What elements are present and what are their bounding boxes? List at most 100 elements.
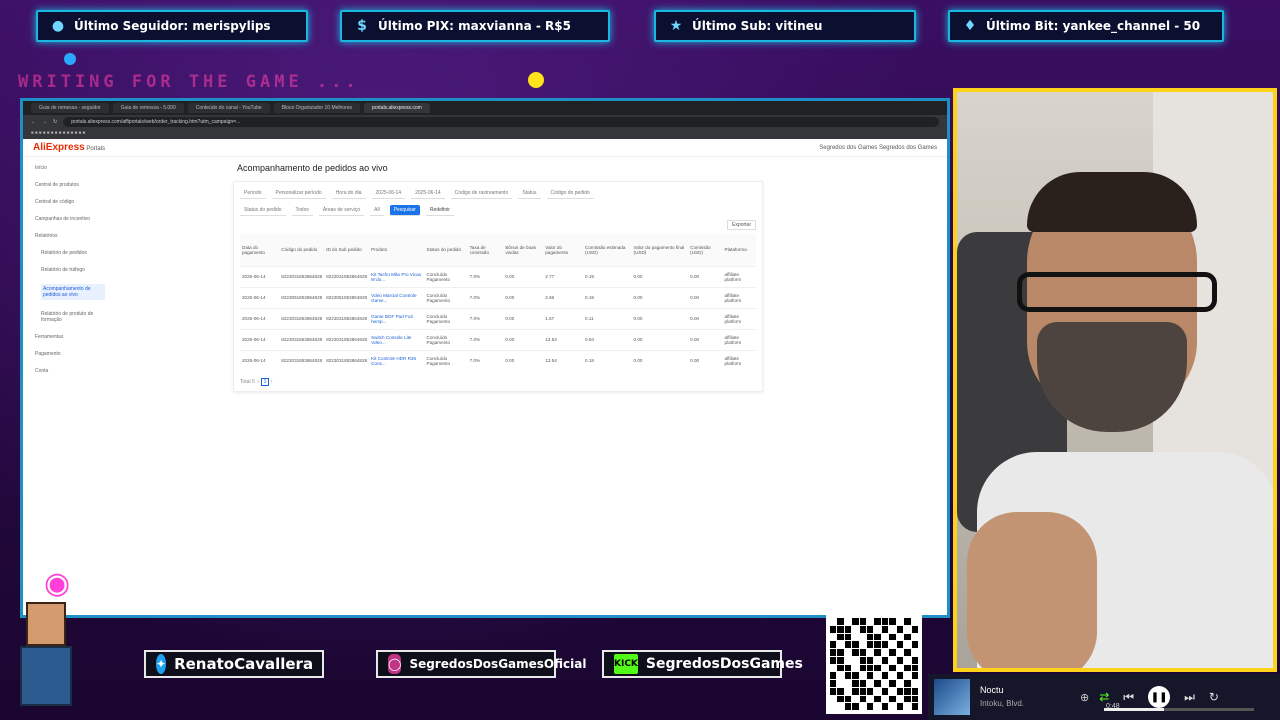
search-button[interactable]: Pesquisar xyxy=(389,205,420,216)
filter-field[interactable]: Personalizar período xyxy=(271,188,326,199)
sidebar-item[interactable]: Central de produtos xyxy=(35,182,105,188)
qr-cell xyxy=(889,687,896,695)
table-cell: 2.66 xyxy=(543,286,584,308)
qr-cell xyxy=(881,641,889,648)
progress-bar[interactable] xyxy=(1104,708,1254,711)
pagination: Total 5 ‹ 1 › xyxy=(240,378,273,386)
filters-row: Período Personalizar período Hora do dia… xyxy=(240,188,756,199)
date-start[interactable]: 2025-06-14 xyxy=(371,188,406,199)
table-cell: 0.00 xyxy=(688,349,723,371)
sidebar-subitem[interactable]: Relatório de tráfego xyxy=(41,267,105,273)
filter-field[interactable]: Código do pedido xyxy=(546,188,594,199)
table-cell: 0.18 xyxy=(583,349,632,371)
table-cell: Concluído Pagamento xyxy=(424,328,468,350)
browser-tab[interactable]: Guia de remessa - 5.000 xyxy=(112,103,184,113)
qr-cell xyxy=(867,618,874,625)
qr-cell xyxy=(904,695,911,703)
table-cell[interactable]: Kit Controle HDR R36 Cons... xyxy=(369,349,425,371)
qr-cell xyxy=(837,687,844,695)
reload-icon[interactable]: ↻ xyxy=(53,119,57,125)
next-icon[interactable]: ⏭ xyxy=(1184,690,1195,705)
user-icon: ● xyxy=(51,18,65,34)
table-cell[interactable]: Vdeo Marcial Controle Game... xyxy=(369,286,425,308)
qr-cell xyxy=(874,649,881,656)
qr-cell xyxy=(852,641,859,648)
date-end[interactable]: 2025-06-14 xyxy=(411,188,445,199)
area-select[interactable]: All xyxy=(370,205,384,216)
add-icon[interactable]: ⊕ xyxy=(1080,691,1089,704)
qr-cell xyxy=(830,641,837,648)
sidebar-item[interactable]: Conta xyxy=(35,368,105,374)
sidebar-item[interactable]: Central de código xyxy=(35,199,105,205)
reset-button[interactable]: Redefinir xyxy=(425,205,454,216)
sidebar-subitem[interactable]: Relatório de produto de formação xyxy=(41,311,105,323)
col-header: Código do pedido xyxy=(279,234,325,266)
table-cell: 13.54 xyxy=(543,349,584,371)
qr-cell xyxy=(852,649,859,656)
filter-field[interactable]: Código de rastreamento xyxy=(450,188,513,199)
sidebar-item[interactable]: Início xyxy=(35,165,105,171)
current-page[interactable]: 1 xyxy=(260,378,270,386)
webcam-feed xyxy=(953,88,1277,672)
sidebar-item[interactable]: Ferramentas xyxy=(35,334,105,340)
table-cell[interactable]: Game BOF Pad Fo3 hemp... xyxy=(369,307,425,329)
qr-cell xyxy=(844,664,852,672)
table-cell: 0.11 xyxy=(583,307,632,329)
browser-tab[interactable]: Guia de remessa - seguidor xyxy=(31,103,109,113)
filters-row-2: Status do pedido Todos Áreas de serviço … xyxy=(240,205,756,216)
qr-cell xyxy=(830,695,837,703)
qr-cell xyxy=(889,672,896,679)
table-cell: affiliate platform xyxy=(722,265,756,287)
table-cell: affiliate platform xyxy=(722,328,756,350)
sidebar-subitem-active[interactable]: Acompanhamento de pedidos ao vivo xyxy=(41,284,105,300)
cam-glasses xyxy=(1017,272,1217,312)
qr-cell xyxy=(911,633,918,641)
qr-cell xyxy=(852,625,859,633)
table-cell: Concluído Pagamento xyxy=(424,265,468,287)
table-cell: Concluído Pagamento xyxy=(424,349,468,371)
orders-card: Período Personalizar período Hora do dia… xyxy=(233,181,763,392)
forward-icon[interactable]: → xyxy=(42,119,47,125)
table-cell: 8223031853864828 xyxy=(324,265,370,287)
export-button[interactable]: Exportar xyxy=(727,220,756,230)
sidebar-item[interactable]: Campanhas de incentivo xyxy=(35,216,105,222)
shuffle-icon[interactable]: ⇄ xyxy=(1099,690,1109,704)
table-cell: 0.00 xyxy=(503,349,544,371)
kick-text: SegredosDosGames xyxy=(645,656,803,672)
table-cell[interactable]: Kit Tacho Mão Pro Vicao M do... xyxy=(369,265,425,287)
pause-button[interactable]: ❚❚ xyxy=(1148,686,1171,708)
qr-cell xyxy=(837,625,844,633)
sidebar-item[interactable]: Relatórios xyxy=(35,233,105,239)
browser-tab[interactable]: Bloco Organizador 10 Melhores xyxy=(273,103,361,113)
sidebar-item[interactable]: Pagamento xyxy=(35,351,105,357)
filter-field[interactable]: Status xyxy=(518,188,541,199)
qr-code xyxy=(826,614,922,714)
aliexpress-logo-suffix: Portals xyxy=(86,146,106,152)
qr-cell xyxy=(889,618,896,625)
qr-label: livepix.gg/segredosdosgames xyxy=(826,603,932,612)
decor-yellow-dot xyxy=(528,72,544,88)
qr-cell xyxy=(896,618,904,625)
aliexpress-logo[interactable]: AliExpress xyxy=(33,142,85,153)
table-cell: 2025-06-14 xyxy=(240,307,280,329)
status-select[interactable]: Todos xyxy=(291,205,313,216)
filter-field[interactable]: Período xyxy=(240,188,266,199)
table-cell[interactable]: Switch Console Lite Vdeo... xyxy=(369,328,425,350)
bookmarks-bar: ■ ■ ■ ■ ■ ■ ■ ■ ■ ■ ■ ■ ■ ■ xyxy=(23,129,947,139)
repeat-icon[interactable]: ↻ xyxy=(1209,690,1219,704)
account-menu[interactable]: Segredos dos Games Segredos dos Games xyxy=(819,145,937,151)
sidebar-subitem[interactable]: Relatório de pedidos xyxy=(41,250,105,256)
address-bar[interactable]: portals.aliexpress.com/affiportals/web/o… xyxy=(63,117,939,127)
qr-cell xyxy=(881,656,889,664)
qr-cell xyxy=(904,618,911,625)
qr-cell xyxy=(881,695,889,703)
qr-cell xyxy=(896,649,904,656)
filter-field[interactable]: Hora do dia xyxy=(331,188,366,199)
table-header-row: Data do pagamento Código do pedido ID do… xyxy=(240,234,756,266)
total-count: Total 5 xyxy=(240,379,255,385)
browser-tab[interactable]: Conteúdo do canal - YouTube xyxy=(187,103,270,113)
qr-cell xyxy=(881,664,889,672)
browser-tab-active[interactable]: portals.aliexpress.com xyxy=(364,103,430,113)
back-icon[interactable]: ← xyxy=(31,119,36,125)
previous-icon[interactable]: ⏮ xyxy=(1123,690,1134,705)
